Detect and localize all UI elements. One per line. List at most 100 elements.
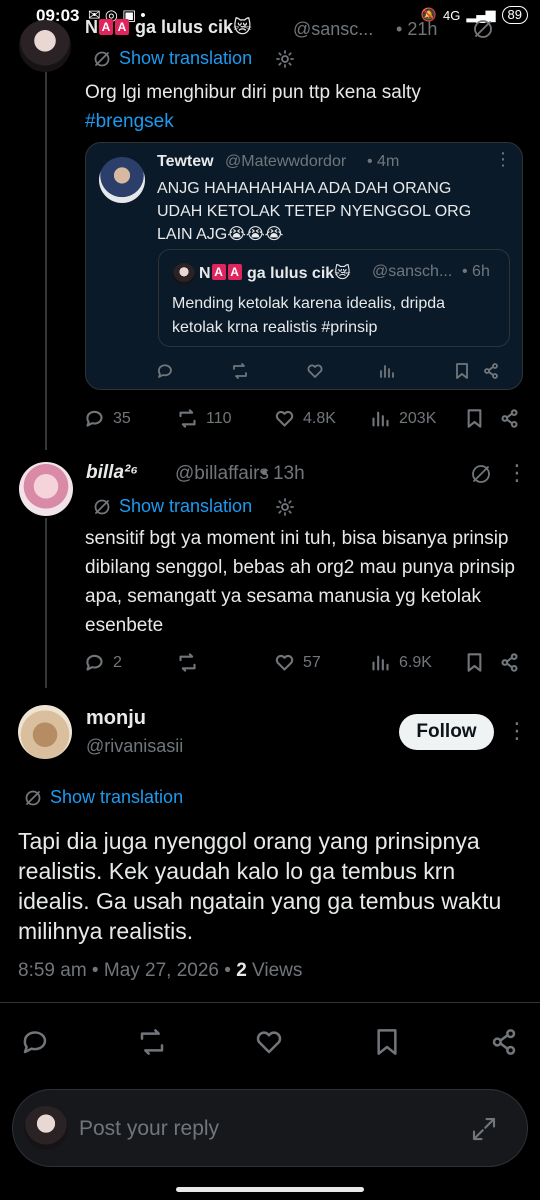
share-icon[interactable] <box>482 362 500 385</box>
inner-quote-name: NAA ga lulus cik😿 <box>199 264 351 282</box>
views-button[interactable]: 203K <box>370 408 436 429</box>
like-icon <box>275 410 294 427</box>
quote-time: 4m <box>377 153 400 170</box>
post2-show-translation[interactable]: Show translation <box>93 496 252 517</box>
expand-icon[interactable] <box>469 1114 499 1149</box>
flag-icon: A <box>115 19 129 35</box>
status-bar: 09:03 ✉ ◎ ▣ • 🔕 4G ▂▄▆ 89 <box>0 6 540 30</box>
views-icon[interactable] <box>378 362 396 385</box>
repost-icon[interactable] <box>231 362 249 385</box>
post2-handle[interactable]: @billaffairs <box>175 463 269 485</box>
inner-quote-text: Mending ketolak karena idealis, dripda k… <box>172 295 446 336</box>
bookmark-button[interactable] <box>464 408 485 434</box>
hashtag-link[interactable]: #brengsek <box>85 107 505 136</box>
post2-time: 13h <box>272 463 305 484</box>
network-label: 4G <box>442 7 461 23</box>
like-icon <box>275 654 294 671</box>
battery-indicator: 89 <box>501 6 528 24</box>
post2-text: sensitif bgt ya moment ini tuh, bisa bis… <box>85 528 515 636</box>
bookmark-icon <box>467 409 482 428</box>
thread-line <box>45 72 47 450</box>
bookmark-icon[interactable] <box>453 362 471 385</box>
reply-button[interactable]: 35 <box>84 408 131 429</box>
more-options-icon[interactable]: ⋮ <box>494 149 512 170</box>
views-icon <box>372 411 389 427</box>
reply-button[interactable] <box>20 1027 50 1062</box>
inner-quote-time: 6h <box>472 263 490 280</box>
like-button[interactable]: 57 <box>274 652 321 673</box>
post2-action-bar: 2 57 6.9K <box>84 652 524 674</box>
avatar <box>24 1106 68 1150</box>
main-post-handle[interactable]: @rivanisasii <box>86 736 183 757</box>
repost-button[interactable] <box>137 1027 167 1062</box>
share-icon <box>492 1029 516 1055</box>
views-icon <box>372 655 389 671</box>
post1-action-bar: 35 110 4.8K 203K <box>84 408 524 430</box>
grok-icon[interactable] <box>472 18 494 45</box>
share-icon <box>501 653 518 672</box>
post1-show-translation[interactable]: Show translation <box>93 48 252 69</box>
flag-icon: A <box>99 19 113 35</box>
main-post-timestamp: 8:59 am • May 27, 2026 • <box>18 960 237 981</box>
bookmark-button[interactable] <box>464 652 485 678</box>
gear-icon[interactable] <box>275 497 295 522</box>
reply-button[interactable]: 2 <box>84 652 122 673</box>
avatar[interactable] <box>19 462 73 516</box>
main-post-text: Tapi dia juga nyenggol orang yang prinsi… <box>18 828 502 944</box>
post1-handle[interactable]: @sansc... <box>293 19 373 40</box>
translate-icon <box>94 499 110 514</box>
post2-name[interactable]: billa²⁶ <box>86 462 138 484</box>
main-show-translation[interactable]: Show translation <box>24 787 183 808</box>
like-button[interactable] <box>254 1027 284 1062</box>
more-options-icon[interactable]: ⋮ <box>506 718 528 744</box>
share-button[interactable] <box>499 652 520 678</box>
repost-icon <box>179 409 196 428</box>
reply-icon[interactable] <box>156 362 174 385</box>
main-post-name[interactable]: monju <box>86 707 146 730</box>
share-button[interactable] <box>489 1027 519 1062</box>
reply-icon <box>23 1031 47 1054</box>
like-icon[interactable] <box>306 362 324 385</box>
translate-icon <box>94 51 110 66</box>
quote-name[interactable]: Tewtew <box>157 153 214 171</box>
translate-icon <box>25 790 41 805</box>
thread-line <box>45 518 47 688</box>
post1-text: Org lgi menghibur diri pun ttp kena salt… <box>85 78 505 136</box>
flag-icon: A <box>211 264 226 280</box>
like-button[interactable]: 4.8K <box>274 408 336 429</box>
main-post-meta: 8:59 am • May 27, 2026 • 2 Views <box>18 960 302 982</box>
bookmark-icon <box>377 1029 397 1055</box>
like-icon <box>256 1031 282 1054</box>
bookmark-button[interactable] <box>372 1027 402 1062</box>
repost-button[interactable] <box>177 652 198 678</box>
avatar[interactable] <box>19 20 71 72</box>
views-button[interactable]: 6.9K <box>370 652 432 673</box>
reply-composer[interactable]: Post your reply <box>12 1089 528 1167</box>
post1-name[interactable]: NAA ga lulus cik😿 <box>85 17 252 38</box>
repost-icon <box>140 1029 164 1055</box>
avatar[interactable] <box>18 705 72 759</box>
more-options-icon[interactable]: ⋮ <box>506 460 528 486</box>
share-icon <box>501 409 518 428</box>
inner-quoted-post[interactable]: NAA ga lulus cik😿 @sansch... • 6h Mendin… <box>158 249 510 347</box>
repost-button[interactable]: 110 <box>177 408 232 429</box>
bookmark-icon <box>467 653 482 672</box>
reply-input-placeholder[interactable]: Post your reply <box>79 1117 219 1141</box>
gear-icon[interactable] <box>275 49 295 74</box>
quote-text: ANJG HAHAHAHAHA ADA DAH ORANG UDAH KETOL… <box>157 180 472 243</box>
share-button[interactable] <box>499 408 520 434</box>
main-post-views-label: Views <box>246 960 303 981</box>
quoted-post-card[interactable]: Tewtew @Matewwdordor • 4m ⋮ ANJG HAHAHAH… <box>85 142 523 390</box>
inner-quote-handle: @sansch... <box>372 263 453 280</box>
repost-icon <box>179 653 196 672</box>
reply-icon <box>86 410 103 427</box>
follow-button[interactable]: Follow <box>399 714 494 750</box>
main-post-views-count: 2 <box>236 960 247 981</box>
post1-time: 21h <box>407 19 438 39</box>
home-indicator[interactable] <box>176 1187 364 1192</box>
flag-icon: A <box>227 264 242 280</box>
reply-icon <box>86 654 103 671</box>
grok-icon[interactable] <box>470 463 492 490</box>
avatar[interactable] <box>99 157 145 203</box>
quote-handle[interactable]: @Matewwdordor <box>225 153 346 171</box>
